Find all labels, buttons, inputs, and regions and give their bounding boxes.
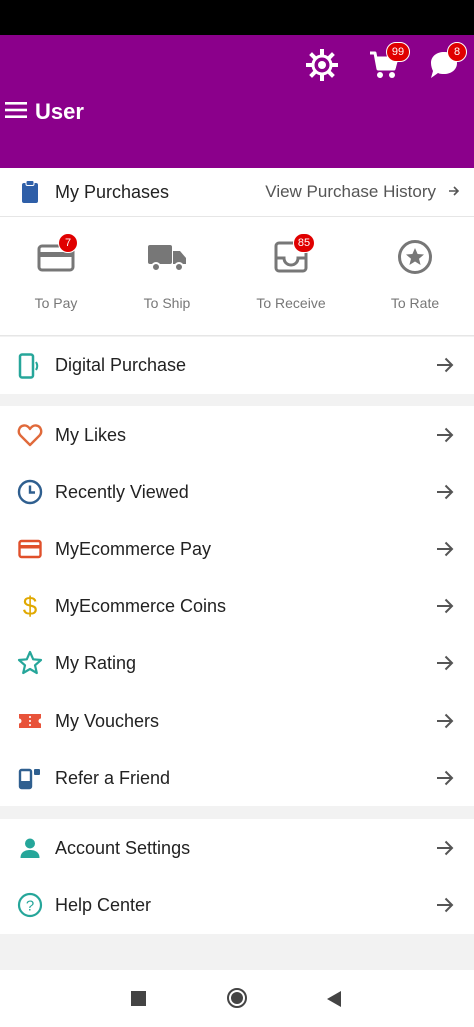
my-purchases-row[interactable]: My Purchases View Purchase History xyxy=(0,168,474,217)
menu-group: My Likes Recently Viewed MyEcommerce Pay xyxy=(0,406,474,806)
to-ship-button[interactable]: To Ship xyxy=(112,239,222,311)
arrow-right-icon xyxy=(436,693,454,749)
refer-icon xyxy=(16,764,44,792)
svg-text:?: ? xyxy=(26,898,34,915)
chevron-right-icon xyxy=(448,182,460,202)
digital-purchase-label: Digital Purchase xyxy=(55,355,187,375)
refer-a-friend-row[interactable]: Refer a Friend xyxy=(0,750,474,806)
app-header: 99 8 User xyxy=(0,35,474,168)
recently-viewed-label: Recently Viewed xyxy=(55,481,189,502)
to-receive-badge: 85 xyxy=(293,233,315,253)
to-receive-label: To Receive xyxy=(256,295,326,311)
view-purchase-history-link[interactable]: View Purchase History xyxy=(265,168,460,216)
to-rate-label: To Rate xyxy=(390,295,440,311)
to-pay-button[interactable]: 7 To Pay xyxy=(1,233,111,311)
truck-icon xyxy=(147,242,187,277)
help-icon: ? xyxy=(16,891,44,919)
cart-button[interactable]: 99 xyxy=(362,42,410,89)
to-ship-label: To Ship xyxy=(143,295,191,311)
arrow-right-icon xyxy=(436,578,454,634)
my-rating-row[interactable]: My Rating xyxy=(0,635,474,691)
my-vouchers-label: My Vouchers xyxy=(55,710,160,731)
arrow-right-icon xyxy=(436,464,454,520)
arrow-right-icon xyxy=(436,750,454,806)
help-center-label: Help Center xyxy=(55,894,152,915)
phone-icon xyxy=(16,352,44,380)
clipboard-icon xyxy=(16,178,44,206)
status-bar xyxy=(0,0,474,35)
myecommerce-pay-row[interactable]: MyEcommerce Pay xyxy=(0,521,474,577)
star-icon xyxy=(16,649,44,677)
my-vouchers-row[interactable]: My Vouchers xyxy=(0,693,474,749)
header-title-row: User xyxy=(5,97,84,127)
home-dot-icon xyxy=(231,992,243,1004)
settings-button[interactable] xyxy=(300,45,344,89)
arrow-right-icon xyxy=(436,635,454,691)
to-rate-button[interactable]: To Rate xyxy=(360,239,470,311)
dollar-icon: $ xyxy=(22,590,38,621)
myecommerce-coins-row[interactable]: $ MyEcommerce Coins xyxy=(0,578,474,634)
to-receive-button[interactable]: 85 To Receive xyxy=(236,233,346,311)
recently-viewed-row[interactable]: Recently Viewed xyxy=(0,464,474,520)
hamburger-menu-icon[interactable] xyxy=(5,101,27,124)
to-pay-badge: 7 xyxy=(58,233,78,253)
refer-a-friend-label: Refer a Friend xyxy=(55,767,171,788)
account-group: Account Settings ? Help Center xyxy=(0,819,474,934)
home-button[interactable] xyxy=(227,988,247,1008)
view-purchase-history-label: View Purchase History xyxy=(265,182,436,201)
card-icon xyxy=(16,535,44,563)
arrow-right-icon xyxy=(436,337,454,393)
help-center-row[interactable]: ? Help Center xyxy=(0,877,474,933)
heart-icon xyxy=(16,421,44,449)
digital-purchase-row[interactable]: Digital Purchase xyxy=(0,337,474,394)
account-settings-label: Account Settings xyxy=(55,837,191,858)
person-icon xyxy=(16,834,44,862)
star-circle-icon xyxy=(397,239,433,280)
myecommerce-coins-label: MyEcommerce Coins xyxy=(55,595,227,616)
arrow-right-icon xyxy=(436,877,454,933)
gear-icon xyxy=(306,48,338,86)
chat-button[interactable]: 8 xyxy=(422,42,467,89)
order-status-strip: 7 To Pay To Ship 85 To Receive To Rate xyxy=(0,217,474,336)
my-purchases-label: My Purchases xyxy=(55,181,170,202)
chat-badge: 8 xyxy=(447,42,467,62)
myecommerce-pay-label: MyEcommerce Pay xyxy=(55,538,212,559)
to-pay-label: To Pay xyxy=(34,295,78,311)
recents-button[interactable] xyxy=(131,991,146,1006)
my-rating-label: My Rating xyxy=(55,652,137,673)
page-title: User xyxy=(35,99,84,124)
system-nav-bar xyxy=(0,970,474,1027)
arrow-right-icon xyxy=(436,820,454,876)
ticket-icon xyxy=(16,707,44,735)
account-settings-row[interactable]: Account Settings xyxy=(0,820,474,876)
clock-icon xyxy=(16,478,44,506)
my-likes-label: My Likes xyxy=(55,424,127,445)
my-likes-row[interactable]: My Likes xyxy=(0,407,474,463)
arrow-right-icon xyxy=(436,407,454,463)
cart-badge: 99 xyxy=(386,42,410,62)
back-button[interactable] xyxy=(326,990,342,1013)
arrow-right-icon xyxy=(436,521,454,577)
